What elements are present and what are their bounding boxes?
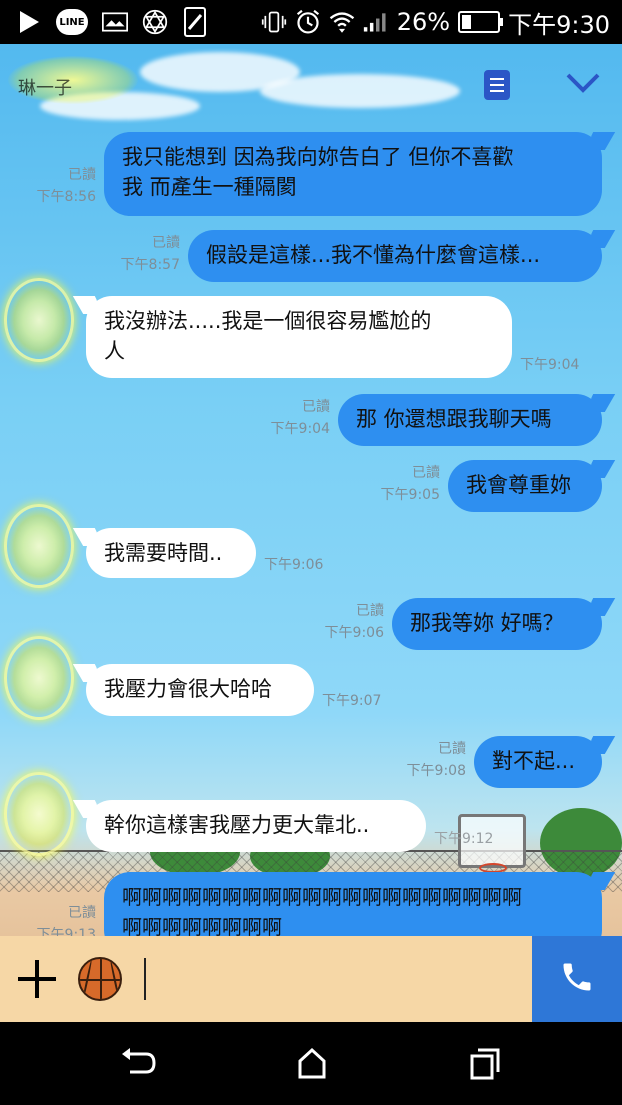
contact-avatar[interactable] [4, 278, 74, 362]
message-meta: 下午9:04 [520, 354, 579, 376]
message-meta: 已讀 下午9:05 [0, 462, 440, 506]
message-meta: 已讀 下午9:08 [0, 738, 466, 782]
message-time: 下午9:07 [322, 693, 382, 709]
chevron-down-icon[interactable] [566, 72, 600, 98]
alarm-icon [295, 9, 321, 35]
message-meta: 下午9:07 [322, 690, 381, 712]
message-meta: 下午9:06 [264, 554, 323, 576]
contact-avatar[interactable] [4, 772, 74, 856]
battery-icon [458, 11, 504, 33]
note-icon[interactable] [484, 70, 510, 100]
message-line: 假設是這樣...我不懂為什麼會這樣... [206, 243, 541, 267]
message-time: 下午8:57 [120, 257, 180, 273]
message-time: 下午8:56 [36, 189, 96, 205]
read-receipt: 已讀 [302, 399, 330, 415]
hexagram-icon [142, 9, 168, 35]
message-meta: 已讀 下午9:06 [0, 600, 384, 644]
message-line: 我壓力會很大哈哈 [104, 677, 272, 701]
message-line: 我會尊重妳 [466, 473, 571, 497]
message-time: 下午9:04 [270, 421, 330, 437]
read-receipt: 已讀 [412, 465, 440, 481]
chat-title[interactable]: 琳一子 [18, 74, 72, 100]
sky-cloud [260, 74, 460, 108]
battery-percent: 26% [396, 8, 451, 36]
message-time: 下午9:13 [36, 927, 96, 936]
phone-icon [559, 959, 595, 999]
message-line: 我只能想到 因為我向妳告白了 但你不喜歡 [122, 145, 514, 169]
line-icon: LINE [56, 9, 88, 35]
message-line: 人 [104, 339, 125, 363]
message-bubble-outgoing[interactable]: 那我等妳 好嗎？ [392, 598, 602, 650]
wifi-icon [329, 9, 355, 35]
read-receipt: 已讀 [356, 603, 384, 619]
message-meta: 已讀 下午8:56 [0, 164, 96, 208]
message-line: 幹你這樣害我壓力更大靠北.. [104, 813, 370, 837]
message-line: 啊啊啊啊啊啊啊啊啊啊啊啊啊啊啊啊啊啊啊啊 [122, 885, 522, 909]
read-receipt: 已讀 [68, 167, 96, 183]
message-input[interactable] [144, 958, 146, 1000]
play-icon [16, 9, 42, 35]
message-time: 下午9:05 [380, 487, 440, 503]
message-line: 我 而產生一種隔閡 [122, 175, 297, 199]
message-bubble-outgoing[interactable]: 我會尊重妳 [448, 460, 602, 512]
message-time: 下午9:06 [264, 557, 324, 573]
message-time: 下午9:04 [520, 357, 580, 373]
message-bubble-incoming[interactable]: 我沒辦法.....我是一個很容易尷尬的 人 [86, 296, 512, 378]
message-meta: 已讀 下午9:04 [0, 396, 330, 440]
message-line: 那 你還想跟我聊天嗎 [356, 407, 552, 431]
message-bubble-incoming[interactable]: 我需要時間.. [86, 528, 256, 578]
read-receipt: 已讀 [152, 235, 180, 251]
message-line: 那我等妳 好嗎？ [410, 611, 564, 635]
message-line: 啊啊啊啊啊啊啊啊 [122, 915, 282, 936]
call-button[interactable] [532, 936, 622, 1022]
phone-device-icon [182, 7, 208, 37]
back-icon[interactable] [118, 1046, 158, 1080]
message-input-bar [0, 936, 622, 1022]
message-meta: 下午9:12 [434, 828, 493, 850]
message-bubble-outgoing[interactable]: 假設是這樣...我不懂為什麼會這樣... [188, 230, 602, 282]
recents-icon[interactable] [466, 1046, 506, 1080]
message-line: 對不起... [492, 749, 576, 773]
message-time: 下午9:08 [406, 763, 466, 779]
plus-icon[interactable] [18, 960, 56, 998]
message-bubble-outgoing[interactable]: 那 你還想跟我聊天嗎 [338, 394, 602, 446]
read-receipt: 已讀 [438, 741, 466, 757]
message-bubble-outgoing[interactable]: 我只能想到 因為我向妳告白了 但你不喜歡 我 而產生一種隔閡 [104, 132, 602, 216]
battery-fill [462, 15, 471, 29]
read-receipt: 已讀 [68, 905, 96, 921]
message-time: 下午9:12 [434, 831, 494, 847]
chat-area[interactable]: 琳一子 我只能想到 因為我向妳告白了 但你不喜歡 我 而產生一種隔閡 已讀 下午… [0, 44, 622, 936]
status-bar: LINE 26% 下午9:30 [0, 0, 622, 44]
message-line: 我沒辦法.....我是一個很容易尷尬的 [104, 309, 432, 333]
image-icon [102, 9, 128, 35]
signal-icon [363, 9, 389, 35]
contact-avatar[interactable] [4, 504, 74, 588]
home-icon[interactable] [292, 1046, 332, 1080]
message-meta: 已讀 下午9:13 [0, 902, 96, 936]
message-bubble-outgoing[interactable]: 對不起... [474, 736, 602, 788]
message-bubble-incoming[interactable]: 我壓力會很大哈哈 [86, 664, 314, 716]
message-bubble-incoming[interactable]: 幹你這樣害我壓力更大靠北.. [86, 800, 426, 852]
message-bubble-outgoing[interactable]: 啊啊啊啊啊啊啊啊啊啊啊啊啊啊啊啊啊啊啊啊 啊啊啊啊啊啊啊啊 [104, 872, 602, 936]
message-line: 我需要時間.. [104, 541, 223, 565]
contact-avatar[interactable] [4, 636, 74, 720]
vibrate-icon [261, 9, 287, 35]
basketball-icon[interactable] [78, 957, 122, 1001]
system-nav-bar [0, 1022, 622, 1105]
message-meta: 已讀 下午8:57 [0, 232, 180, 276]
clock: 下午9:30 [508, 10, 610, 39]
message-time: 下午9:06 [324, 625, 384, 641]
